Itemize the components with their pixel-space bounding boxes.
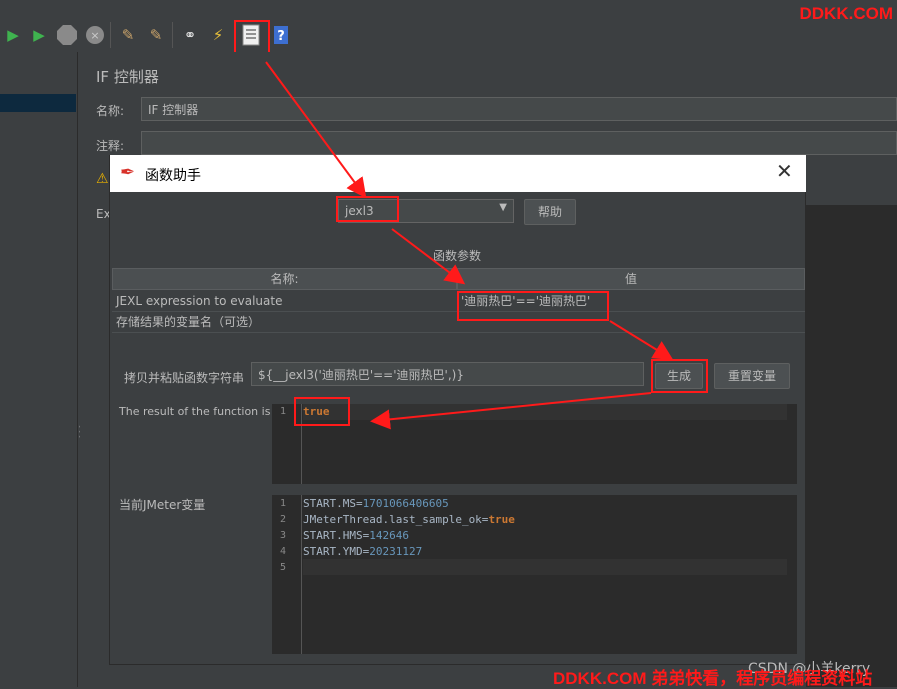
footer-watermark: DDKK.COM 弟弟快看，程序员编程资料站 (553, 669, 873, 688)
annotation-arrows (265, 61, 674, 430)
